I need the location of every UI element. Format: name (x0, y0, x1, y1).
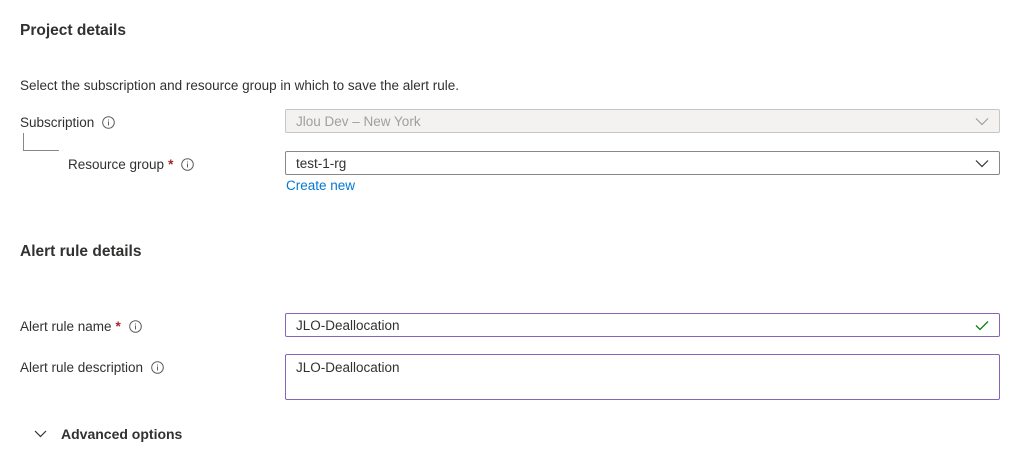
alert-rule-name-label: Alert rule name * (20, 314, 142, 338)
project-details-heading: Project details (20, 22, 126, 39)
alert-rule-description-label: Alert rule description (20, 355, 164, 379)
advanced-options-label: Advanced options (61, 426, 183, 442)
resource-group-dropdown[interactable]: test-1-rg (285, 151, 1000, 175)
alert-rule-name-value: JLO-Deallocation (296, 317, 400, 333)
alert-rule-name-label-text: Alert rule name (20, 318, 112, 334)
resource-group-label-text: Resource group (68, 156, 165, 172)
subscription-value: Jlou Dev – New York (296, 113, 421, 129)
create-new-resource-group-link[interactable]: Create new (286, 178, 355, 193)
hierarchy-connector (23, 133, 59, 151)
checkmark-icon (975, 320, 989, 331)
info-icon[interactable] (129, 319, 142, 333)
alert-rule-description-value: JLO-Deallocation (296, 360, 400, 375)
alert-rule-description-textarea[interactable]: JLO-Deallocation (285, 354, 1000, 400)
project-details-description: Select the subscription and resource gro… (20, 78, 459, 93)
resource-group-label: Resource group * (68, 152, 195, 176)
chevron-down-icon (34, 430, 47, 438)
alert-rule-details-heading: Alert rule details (20, 243, 142, 260)
subscription-dropdown[interactable]: Jlou Dev – New York (285, 109, 1000, 133)
required-indicator: * (115, 318, 121, 334)
alert-rule-description-label-text: Alert rule description (20, 359, 144, 375)
chevron-down-icon (975, 117, 989, 126)
info-icon[interactable] (151, 360, 164, 374)
info-icon[interactable] (181, 157, 195, 171)
resource-group-value: test-1-rg (296, 155, 347, 171)
subscription-label: Subscription (20, 110, 116, 134)
advanced-options-toggle[interactable]: Advanced options (34, 426, 182, 442)
info-icon[interactable] (102, 115, 116, 129)
chevron-down-icon (975, 159, 989, 168)
alert-rule-name-input[interactable]: JLO-Deallocation (285, 313, 1000, 337)
required-indicator: * (168, 156, 174, 172)
subscription-label-text: Subscription (20, 114, 95, 130)
